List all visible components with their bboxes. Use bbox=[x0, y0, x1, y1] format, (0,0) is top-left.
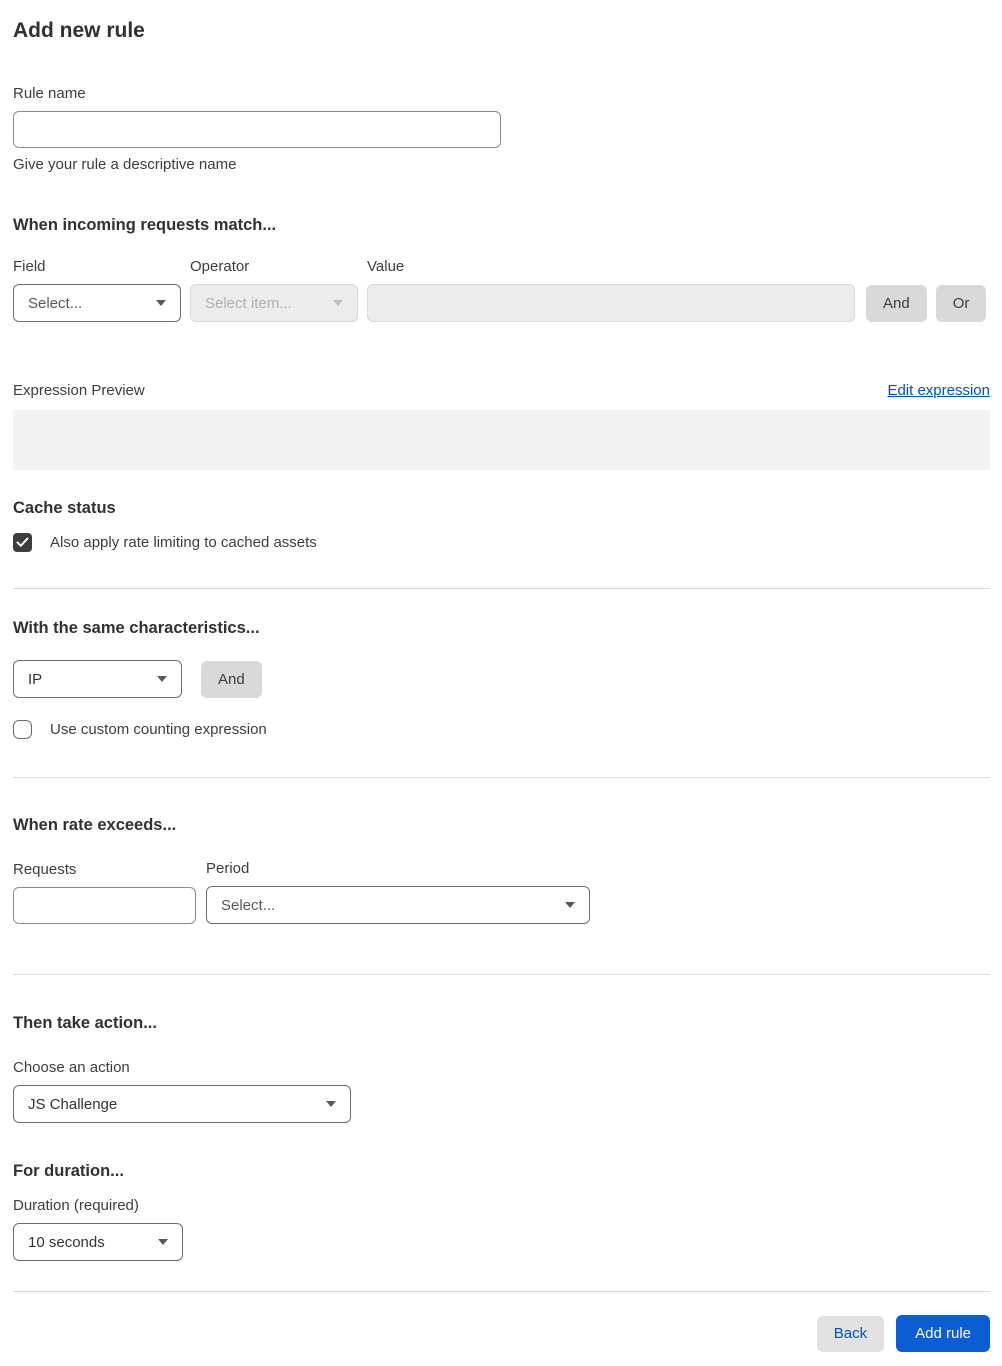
match-heading: When incoming requests match... bbox=[13, 216, 277, 234]
characteristics-section: With the same characteristics... IP And … bbox=[13, 618, 990, 739]
period-label: Period bbox=[206, 860, 250, 877]
add-rule-button[interactable]: Add rule bbox=[896, 1315, 990, 1352]
custom-counting-checkbox-row: Use custom counting expression bbox=[13, 720, 990, 739]
characteristics-heading: With the same characteristics... bbox=[13, 619, 260, 637]
value-column: Value bbox=[367, 258, 855, 322]
custom-counting-checkbox[interactable] bbox=[13, 720, 32, 739]
chevron-down-icon bbox=[326, 1101, 336, 1107]
rule-name-helper: Give your rule a descriptive name bbox=[13, 156, 237, 173]
expression-preview-label: Expression Preview bbox=[13, 382, 145, 399]
section-divider bbox=[13, 588, 990, 589]
action-section: Then take action... Choose an action JS … bbox=[13, 1013, 990, 1123]
cache-status-heading: Cache status bbox=[13, 499, 116, 517]
operator-select-value: Select item... bbox=[205, 294, 292, 312]
footer-divider bbox=[13, 1291, 990, 1292]
chevron-down-icon bbox=[156, 300, 166, 306]
period-column: Period Select... bbox=[206, 860, 590, 924]
operator-select: Select item... bbox=[190, 284, 358, 322]
period-select-value: Select... bbox=[221, 896, 276, 914]
operator-column: Operator Select item... bbox=[190, 258, 358, 322]
duration-select[interactable]: 10 seconds bbox=[13, 1223, 183, 1261]
rule-name-section: Rule name Give your rule a descriptive n… bbox=[13, 85, 990, 173]
or-condition-button[interactable]: Or bbox=[935, 285, 987, 322]
cached-assets-checkbox[interactable] bbox=[13, 533, 32, 552]
action-heading: Then take action... bbox=[13, 1014, 157, 1032]
requests-column: Requests bbox=[13, 861, 196, 924]
action-select[interactable]: JS Challenge bbox=[13, 1085, 351, 1123]
chevron-down-icon bbox=[157, 676, 167, 682]
and-condition-button[interactable]: And bbox=[866, 285, 927, 322]
operator-label: Operator bbox=[190, 258, 250, 275]
page-title: Add new rule bbox=[13, 19, 145, 42]
rule-name-input[interactable] bbox=[13, 111, 501, 148]
chevron-down-icon bbox=[158, 1239, 168, 1245]
section-divider bbox=[13, 777, 990, 778]
custom-counting-checkbox-label: Use custom counting expression bbox=[50, 721, 267, 738]
field-column: Field Select... bbox=[13, 258, 181, 322]
choose-action-label: Choose an action bbox=[13, 1059, 130, 1076]
cached-assets-checkbox-row: Also apply rate limiting to cached asset… bbox=[13, 533, 990, 552]
field-select[interactable]: Select... bbox=[13, 284, 181, 322]
edit-expression-link[interactable]: Edit expression bbox=[887, 382, 990, 399]
match-section: When incoming requests match... Field Se… bbox=[13, 215, 990, 470]
cached-assets-checkbox-label: Also apply rate limiting to cached asset… bbox=[50, 534, 317, 551]
value-label: Value bbox=[367, 258, 405, 275]
section-divider bbox=[13, 974, 990, 975]
checkmark-icon bbox=[16, 537, 29, 547]
chevron-down-icon bbox=[333, 300, 343, 306]
value-input bbox=[367, 284, 855, 322]
period-select[interactable]: Select... bbox=[206, 886, 590, 924]
cache-status-section: Cache status Also apply rate limiting to… bbox=[13, 498, 990, 552]
duration-section: For duration... Duration (required) 10 s… bbox=[13, 1161, 990, 1261]
requests-label: Requests bbox=[13, 861, 77, 878]
action-select-value: JS Challenge bbox=[28, 1095, 118, 1113]
expression-preview-box bbox=[13, 410, 990, 470]
characteristic-select[interactable]: IP bbox=[13, 660, 182, 698]
chevron-down-icon bbox=[565, 902, 575, 908]
rate-section: When rate exceeds... Requests Period Sel… bbox=[13, 815, 990, 924]
duration-heading: For duration... bbox=[13, 1162, 124, 1180]
add-rule-form: Add new rule Rule name Give your rule a … bbox=[0, 0, 1002, 1366]
add-characteristic-and-button[interactable]: And bbox=[201, 660, 262, 698]
characteristic-select-value: IP bbox=[28, 670, 43, 688]
expression-preview-header: Expression Preview Edit expression bbox=[13, 382, 990, 399]
rule-name-label: Rule name bbox=[13, 85, 86, 102]
footer-actions: Back Add rule bbox=[13, 1315, 990, 1352]
duration-label: Duration (required) bbox=[13, 1197, 139, 1214]
duration-select-value: 10 seconds bbox=[28, 1233, 105, 1251]
requests-input[interactable] bbox=[13, 887, 196, 924]
field-select-value: Select... bbox=[28, 294, 83, 312]
rate-heading: When rate exceeds... bbox=[13, 816, 177, 834]
back-button[interactable]: Back bbox=[816, 1315, 885, 1352]
field-label: Field bbox=[13, 258, 46, 275]
